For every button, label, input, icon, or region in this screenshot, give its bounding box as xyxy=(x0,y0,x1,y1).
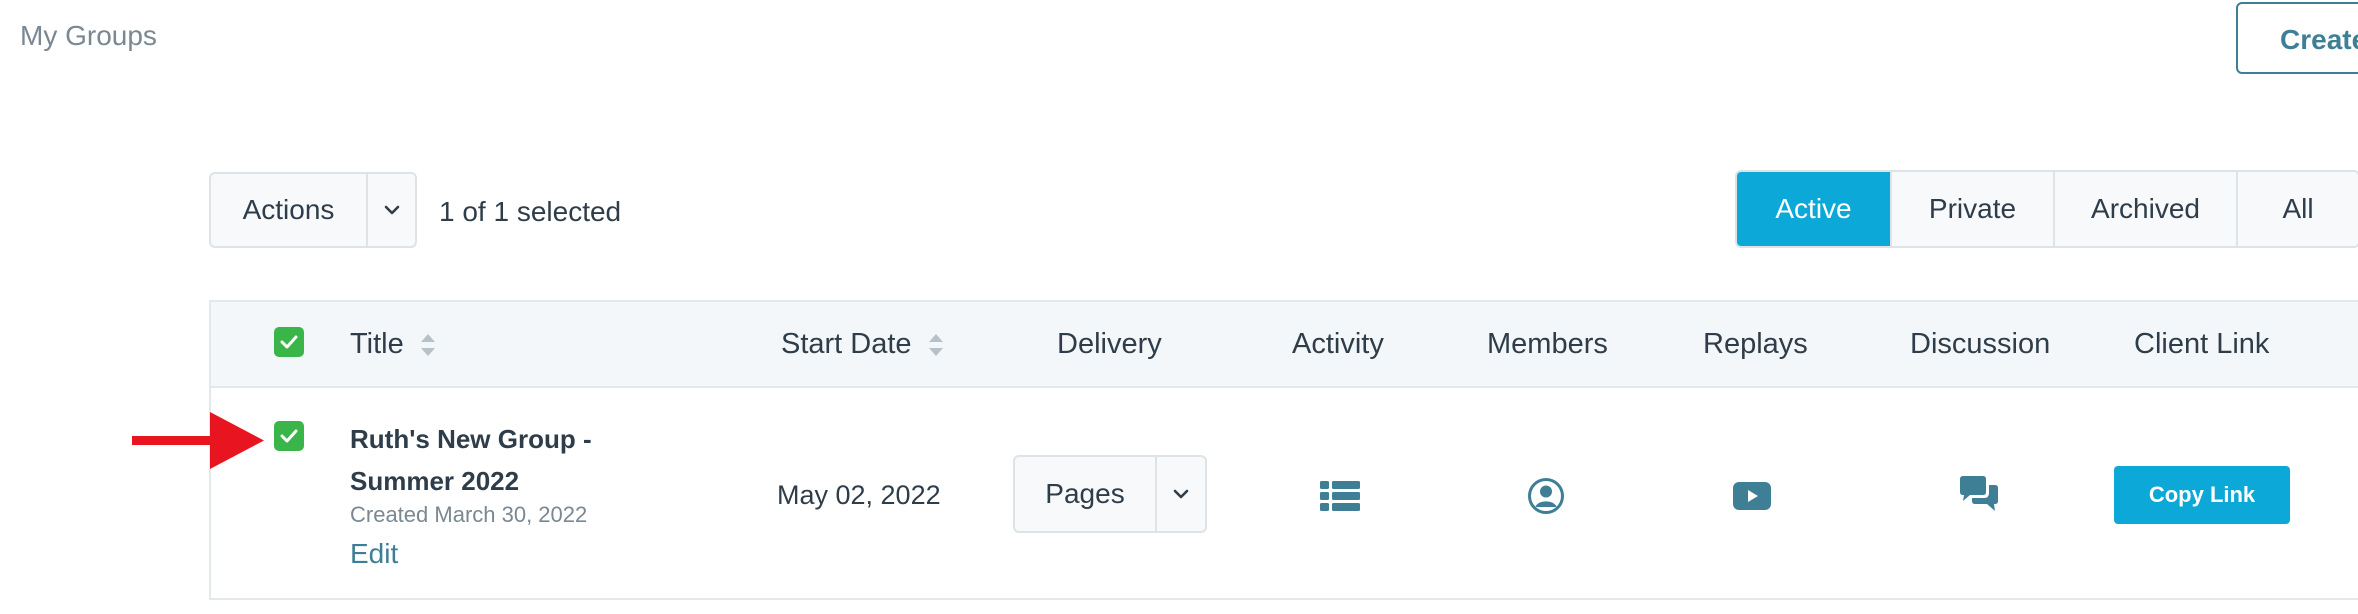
delivery-button[interactable]: Pages xyxy=(1015,457,1157,531)
actions-dropdown[interactable]: Actions xyxy=(209,172,417,248)
groups-table: Title Start Date Delivery Activity Membe… xyxy=(209,300,2358,600)
filter-tabs: Active Private Archived All xyxy=(1735,170,2358,248)
table-header: Title Start Date Delivery Activity Membe… xyxy=(211,302,2358,388)
actions-button[interactable]: Actions xyxy=(211,174,368,246)
group-created-date: Created March 30, 2022 xyxy=(350,502,588,527)
tab-all[interactable]: All xyxy=(2238,172,2358,246)
page-title: My Groups xyxy=(20,20,157,51)
column-start-date[interactable]: Start Date xyxy=(781,328,946,361)
group-title-line2: Summer 2022 xyxy=(350,466,520,496)
chevron-down-icon xyxy=(384,205,399,215)
discussion-button[interactable] xyxy=(1957,474,2001,518)
chevron-down-icon xyxy=(1173,489,1189,499)
row-checkbox[interactable] xyxy=(274,421,304,451)
copy-link-button[interactable]: Copy Link xyxy=(2114,466,2290,524)
column-replays: Replays xyxy=(1703,328,1808,360)
group-title[interactable]: Ruth's New Group - Summer 2022 xyxy=(350,418,650,502)
tab-active[interactable]: Active xyxy=(1737,172,1892,246)
activity-button[interactable] xyxy=(1318,474,1362,518)
user-circle-icon xyxy=(1528,478,1564,514)
tab-private[interactable]: Private xyxy=(1892,172,2055,246)
tab-archived[interactable]: Archived xyxy=(2055,172,2238,246)
select-all-checkbox[interactable] xyxy=(274,327,304,357)
column-start-date-label: Start Date xyxy=(781,328,912,360)
column-client-link: Client Link xyxy=(2134,328,2270,360)
delivery-dropdown[interactable]: Pages xyxy=(1013,455,1207,533)
selection-count: 1 of 1 selected xyxy=(439,196,622,227)
start-date: May 02, 2022 xyxy=(777,480,941,510)
edit-link[interactable]: Edit xyxy=(350,538,398,570)
members-button[interactable] xyxy=(1524,474,1568,518)
check-icon xyxy=(280,335,298,349)
column-delivery: Delivery xyxy=(1057,328,1162,360)
chat-bubbles-icon xyxy=(1960,476,1998,511)
list-icon xyxy=(1320,481,1360,511)
column-activity: Activity xyxy=(1292,328,1384,360)
create-button[interactable]: Create xyxy=(2236,2,2358,74)
sort-icon[interactable] xyxy=(926,330,946,360)
annotation-arrow-icon xyxy=(132,412,264,469)
delivery-caret-button[interactable] xyxy=(1157,457,1205,531)
group-title-line1: Ruth's New Group - xyxy=(350,424,592,454)
column-title-label: Title xyxy=(350,328,404,360)
actions-caret-button[interactable] xyxy=(368,174,415,246)
sort-icon[interactable] xyxy=(418,330,438,360)
column-discussion: Discussion xyxy=(1910,328,2051,360)
video-play-icon xyxy=(1733,482,1771,510)
replays-button[interactable] xyxy=(1730,474,1774,518)
column-title[interactable]: Title xyxy=(350,328,438,361)
column-members: Members xyxy=(1487,328,1608,360)
check-icon xyxy=(280,429,298,443)
